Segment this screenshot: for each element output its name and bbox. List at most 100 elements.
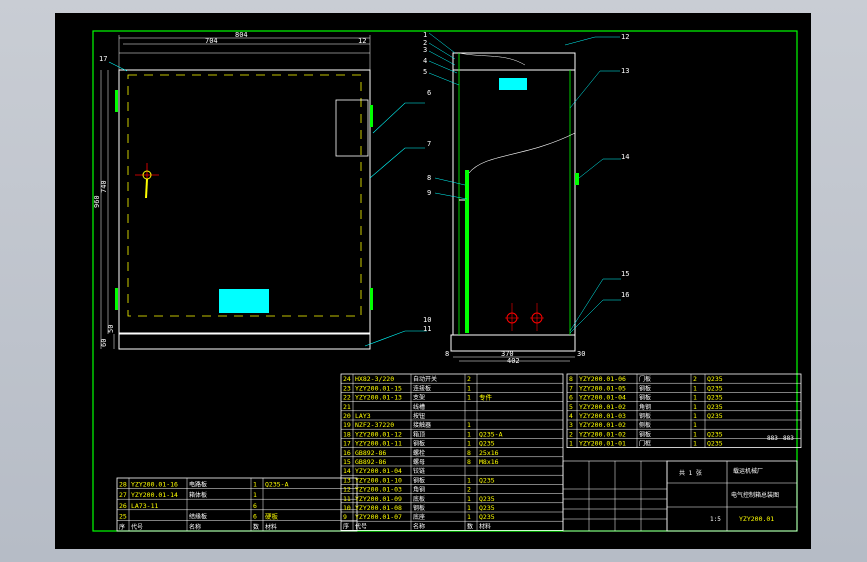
dim-side-total-width: 402 xyxy=(507,357,520,365)
table-cell: 连接板 xyxy=(413,384,431,392)
mounting-plate-edge xyxy=(465,170,469,333)
table-cell: 1 xyxy=(253,481,257,489)
table-cell: 自动开关 xyxy=(413,375,437,383)
table-cell: HX82-3/220 xyxy=(355,375,394,383)
table-cell: 6 xyxy=(253,502,257,510)
table-cell: 2 xyxy=(693,375,697,383)
table-cell: 按钮 xyxy=(413,412,425,420)
table-cell: 15 xyxy=(343,458,351,466)
table-cell: 5 xyxy=(569,403,573,411)
table-cell: 9 xyxy=(343,513,347,521)
table-cell: 铰链 xyxy=(413,467,425,475)
table-cell: 24 xyxy=(343,375,351,383)
title-qty-label-1: 883 xyxy=(767,435,778,442)
dim-overall-width: 804 xyxy=(235,31,248,39)
table-cell: 23 xyxy=(343,384,351,392)
table-cell: Q235 xyxy=(707,430,723,438)
table-cell: Q235 xyxy=(479,476,495,484)
table-cell: 代号 xyxy=(355,522,367,530)
table-cell: 27 xyxy=(119,491,127,499)
table-cell: 钢板 xyxy=(413,476,425,484)
table-cell: 1 xyxy=(467,495,471,503)
title-drawing-name: 电气控制箱总装图 xyxy=(731,491,779,499)
table-cell: 10 xyxy=(343,504,351,512)
side-nameplate xyxy=(499,78,527,90)
bom-table-middle: 24 HX82-3/220 自动开关 2 23 YZY200.01-15 连接板 1 22 YZY… xyxy=(340,373,564,531)
table-cell: 21 xyxy=(343,403,351,411)
leader-13: 13 xyxy=(621,67,629,75)
hinge-top-left xyxy=(115,90,118,112)
title-company: 载运机械厂 xyxy=(733,467,763,475)
table-cell: 钢板 xyxy=(413,440,425,448)
table-cell: 钢板 xyxy=(639,394,651,402)
leader-15: 15 xyxy=(621,270,629,278)
table-cell: 19 xyxy=(343,421,351,429)
table-cell: 名称 xyxy=(413,522,425,530)
table-cell: 6 xyxy=(253,512,257,520)
table-cell: 线槽 xyxy=(413,403,425,411)
table-cell: YZY200.01-07 xyxy=(355,513,402,521)
table-cell: 底板 xyxy=(413,495,425,503)
dim-top-offset: 12 xyxy=(358,37,366,45)
table-cell: YZY200.01-04 xyxy=(579,394,626,402)
table-cell: 角钢 xyxy=(639,403,651,411)
leader-9: 9 xyxy=(427,189,431,197)
table-cell: YZY200.01-08 xyxy=(355,504,402,512)
side-hinge xyxy=(575,173,579,185)
table-cell: YZY200.01-02 xyxy=(579,403,626,411)
table-cell: 钢板 xyxy=(639,412,651,420)
table-cell: 22 xyxy=(343,394,351,402)
table-cell: 2 xyxy=(467,486,471,494)
table-cell: 螺栓 xyxy=(413,449,425,457)
title-block: 载运机械厂 电气控制箱总装图 YZY200.01 1:5 共 1 张 883 8… xyxy=(562,435,798,532)
drawing-border-outer xyxy=(92,30,798,532)
table-cell: 1 xyxy=(693,430,697,438)
table-cell: YZY200.01-09 xyxy=(355,495,402,503)
table-cell: Q235-A xyxy=(265,481,289,489)
table-cell: YZY200.01-15 xyxy=(355,384,402,392)
cad-viewport[interactable]: 804 704 12 960 740 60 50 17 6 7 10 11 37… xyxy=(55,13,811,549)
table-cell: 1 xyxy=(253,491,257,499)
table-cell: 1 xyxy=(467,440,471,448)
table-cell: 数 xyxy=(253,523,259,531)
table-cell: 2 xyxy=(467,375,471,383)
table-cell: 接触器 xyxy=(413,421,431,429)
terminal-icon-1 xyxy=(505,303,519,331)
table-cell: 结缘板 xyxy=(189,512,207,520)
table-cell: 8 xyxy=(467,458,471,466)
table-cell: 底座 xyxy=(413,513,425,521)
table-cell: 13 xyxy=(343,476,351,484)
front-nameplate xyxy=(219,289,269,313)
table-cell: 名称 xyxy=(189,523,201,531)
table-cell: 1 xyxy=(467,430,471,438)
table-cell: 17 xyxy=(343,440,351,448)
table-cell: 箱体板 xyxy=(189,491,207,499)
terminal-icon-2 xyxy=(530,303,544,331)
table-cell: YZY200.01-12 xyxy=(355,430,402,438)
table-cell: 专件 xyxy=(479,393,493,402)
table-cell: 14 xyxy=(343,467,351,475)
table-cell: YZY200.01-01 xyxy=(579,440,626,448)
table-cell: 序 xyxy=(119,523,125,531)
dim-total-height: 960 xyxy=(93,195,101,208)
leader-4: 4 xyxy=(423,57,427,65)
table-cell: 1 xyxy=(467,504,471,512)
table-cell: Q235 xyxy=(479,440,495,448)
table-cell: 11 xyxy=(343,495,351,503)
table-cell: 1 xyxy=(569,440,573,448)
table-cell: Q235 xyxy=(707,384,723,392)
table-cell: Q235 xyxy=(707,440,723,448)
table-cell: LA73-11 xyxy=(131,502,158,510)
table-cell: 1 xyxy=(693,421,697,429)
table-cell: 1 xyxy=(693,394,697,402)
table-cell: YZY200.01-13 xyxy=(355,394,402,402)
table-cell: 螺母 xyxy=(413,458,425,466)
leader-10: 10 xyxy=(423,316,431,324)
leader-11: 11 xyxy=(423,325,431,333)
table-cell: 18 xyxy=(343,430,351,438)
table-cell: 1 xyxy=(693,403,697,411)
table-cell: Q235 xyxy=(707,394,723,402)
leader-6: 6 xyxy=(427,89,431,97)
table-cell: 4 xyxy=(569,412,573,420)
table-cell: 8 xyxy=(569,375,573,383)
